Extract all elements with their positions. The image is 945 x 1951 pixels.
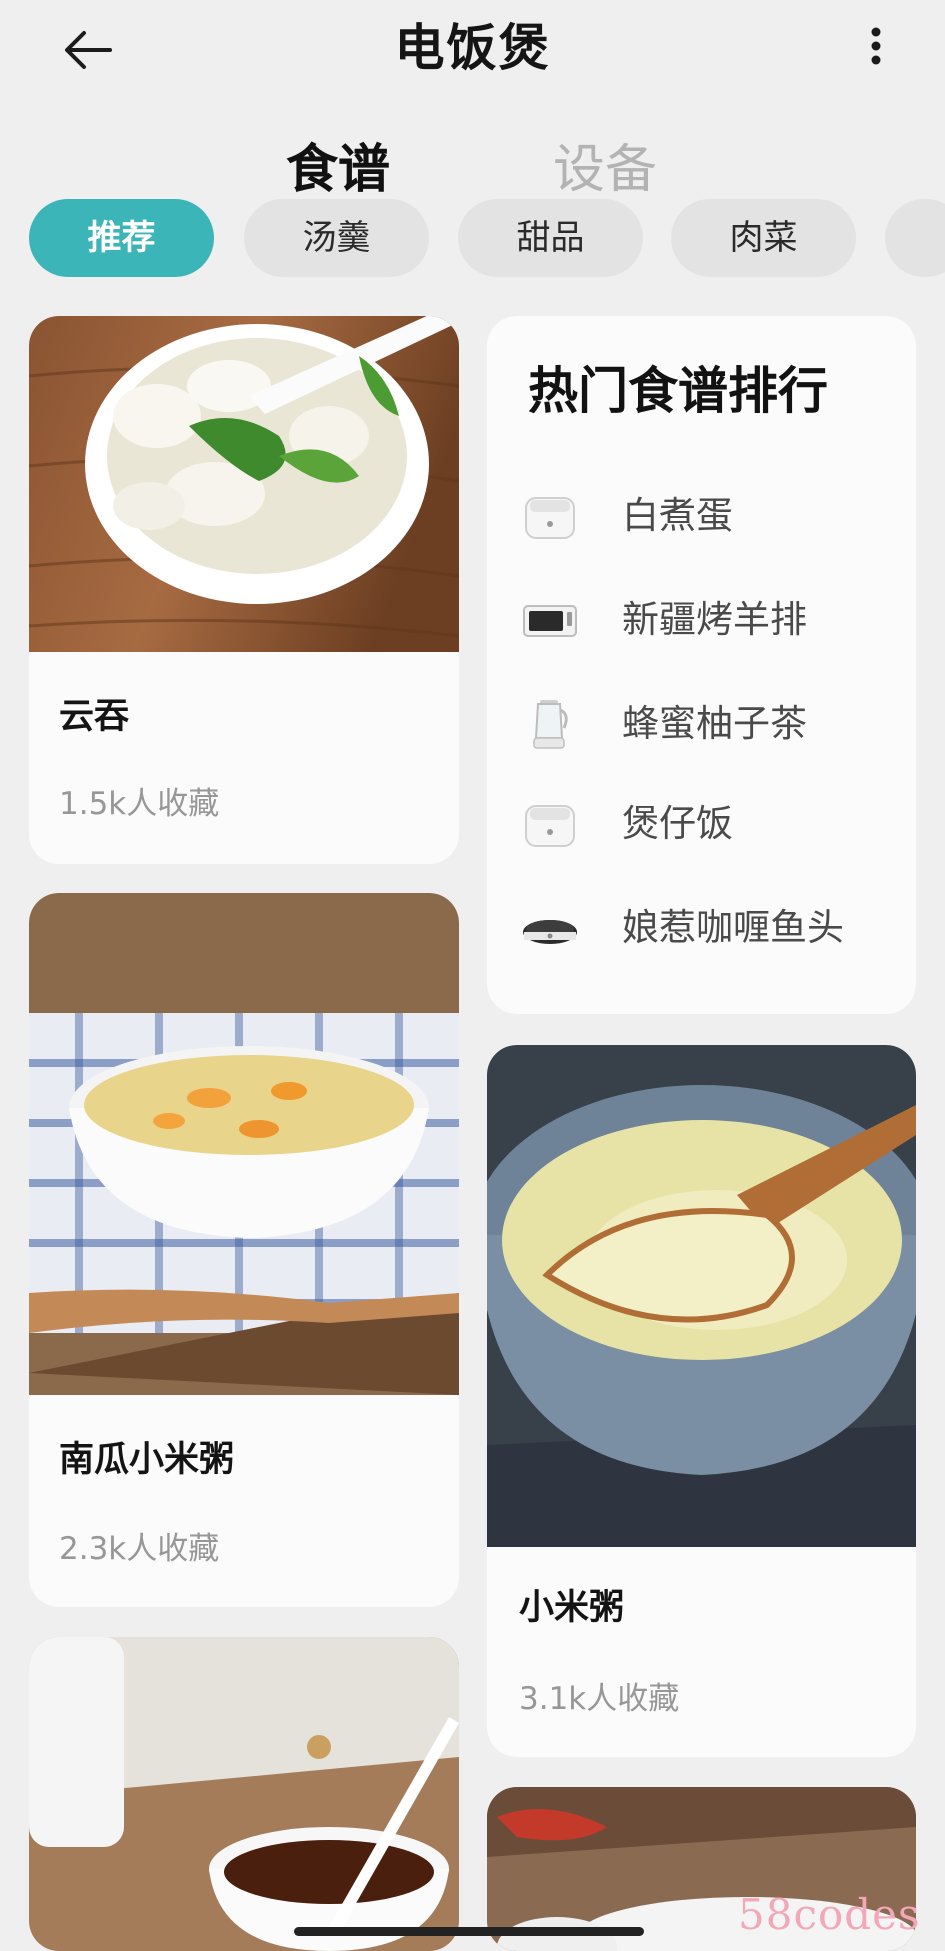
page-title: 电饭煲 [394, 19, 551, 77]
oven-icon [523, 605, 577, 637]
wonton-photo [29, 316, 459, 652]
watermark: 58codes [738, 1890, 921, 1939]
ranking-item[interactable]: 娘惹咖喱鱼头 [520, 888, 900, 968]
ranking-item-label: 娘惹咖喱鱼头 [622, 906, 844, 949]
rice-cooker-icon [525, 805, 575, 847]
chip-soup[interactable]: 汤羹 [244, 199, 429, 277]
more-button[interactable] [858, 22, 894, 82]
recipe-card-partial[interactable] [29, 1637, 459, 1951]
ranking-title: 热门食谱排行 [528, 362, 828, 420]
rice-cooker-icon [525, 497, 575, 539]
tab-recipes[interactable]: 食谱 [286, 130, 390, 210]
more-vertical-icon [871, 27, 881, 65]
millet-photo [487, 1045, 916, 1547]
recipe-card-wonton[interactable]: 云吞 1.5k人收藏 [29, 316, 459, 864]
recipe-card-pumpkin-millet[interactable]: 南瓜小米粥 2.3k人收藏 [29, 893, 459, 1607]
ranking-item[interactable]: 煲仔饭 [520, 784, 900, 864]
ranking-item-label: 白煮蛋 [622, 494, 733, 537]
ranking-item-label: 煲仔饭 [622, 802, 733, 845]
ranking-item-label: 蜂蜜柚子茶 [622, 702, 807, 745]
home-indicator[interactable] [294, 1927, 644, 1936]
recipe-name: 南瓜小米粥 [59, 1440, 235, 1480]
recipe-card-millet[interactable]: 小米粥 3.1k人收藏 [487, 1045, 916, 1757]
recipe-favorites: 2.3k人收藏 [59, 1531, 220, 1567]
pumpkin-millet-photo [29, 893, 459, 1395]
recipe-photo [29, 1637, 459, 1951]
chip-dessert[interactable]: 甜品 [458, 199, 643, 277]
recipe-name: 小米粥 [519, 1588, 625, 1628]
chip-meat[interactable]: 肉菜 [671, 199, 856, 277]
recipe-favorites: 3.1k人收藏 [519, 1681, 680, 1717]
chip-recommended[interactable]: 推荐 [29, 199, 214, 277]
ranking-item[interactable]: 新疆烤羊排 [520, 580, 900, 660]
ranking-item[interactable]: 蜂蜜柚子茶 [520, 684, 900, 764]
tab-devices[interactable]: 设备 [553, 130, 657, 210]
recipe-favorites: 1.5k人收藏 [59, 786, 220, 822]
ranking-item-label: 新疆烤羊排 [622, 598, 807, 641]
chip-more[interactable] [885, 199, 945, 277]
kettle-icon [533, 700, 568, 749]
induction-cooker-icon [523, 920, 577, 944]
ranking-item[interactable]: 白煮蛋 [520, 476, 900, 556]
recipe-name: 云吞 [59, 697, 130, 737]
